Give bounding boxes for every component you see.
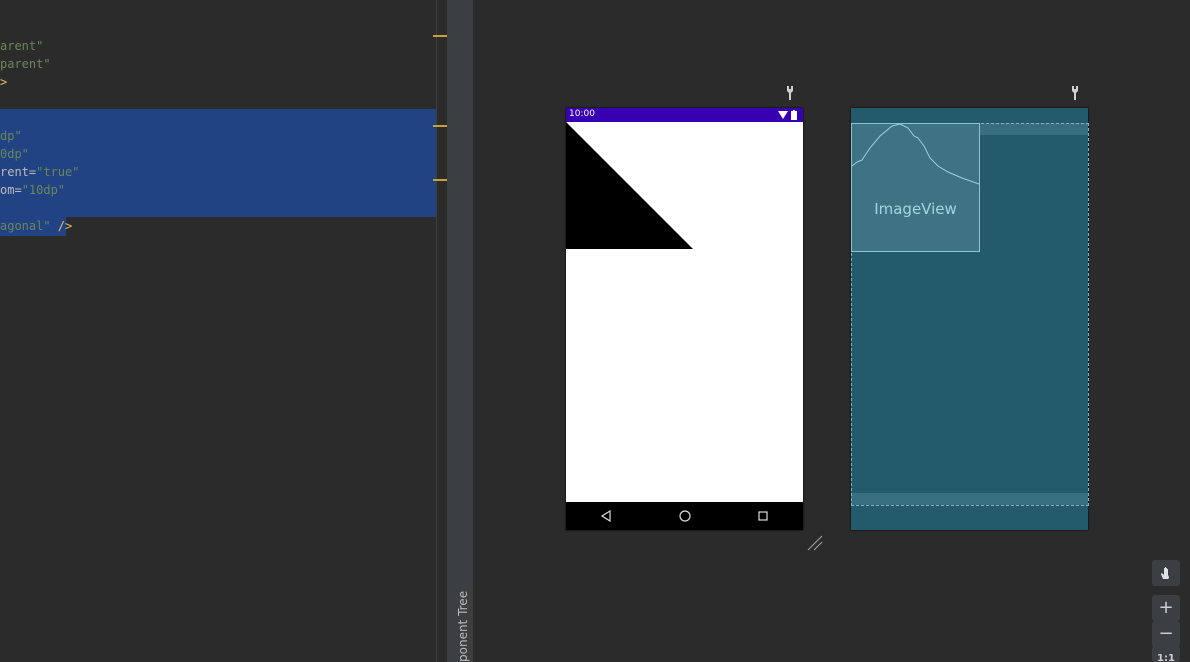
code-line[interactable]: om="10dp" xyxy=(0,181,65,199)
status-bar: 10:00 xyxy=(566,108,803,122)
resize-handle-icon[interactable] xyxy=(806,534,824,552)
pin-icon[interactable] xyxy=(785,86,795,100)
change-marker[interactable] xyxy=(433,35,447,37)
zoom-out-button[interactable]: − xyxy=(1152,621,1180,647)
code-line[interactable]: agonal" /> xyxy=(0,217,72,235)
image-placeholder-icon xyxy=(852,124,979,185)
code-line[interactable]: arent" xyxy=(0,37,43,55)
zoom-in-button[interactable]: + xyxy=(1152,595,1180,621)
component-tree-tab[interactable] xyxy=(447,0,473,662)
phone-preview[interactable]: 10:00 xyxy=(566,108,803,530)
recents-icon[interactable] xyxy=(756,509,770,523)
change-marker[interactable] xyxy=(433,125,447,127)
navigation-bar xyxy=(566,502,803,530)
hand-icon xyxy=(1161,567,1169,579)
pan-button[interactable] xyxy=(1152,560,1180,586)
zoom-actual-size-button[interactable]: 1:1 xyxy=(1152,646,1180,662)
code-line[interactable]: dp" xyxy=(0,127,22,145)
pin-icon[interactable] xyxy=(1070,86,1080,100)
code-line[interactable]: > xyxy=(0,73,7,91)
code-line[interactable]: rent="true" xyxy=(0,163,79,181)
component-tree-label[interactable]: ponent Tree xyxy=(456,591,470,662)
blueprint-imageview[interactable]: ImageView xyxy=(851,123,980,252)
code-line[interactable]: 0dp" xyxy=(0,145,29,163)
back-icon[interactable] xyxy=(599,509,613,523)
code-editor[interactable]: arent" parent" > dp" 0dp" rent="true" om… xyxy=(0,0,437,662)
code-line[interactable]: parent" xyxy=(0,55,51,73)
editor-gutter-divider xyxy=(436,0,437,662)
imageview-label: ImageView xyxy=(874,200,957,218)
wifi-icon xyxy=(778,111,788,119)
blueprint-view[interactable]: ImageView xyxy=(851,108,1089,530)
status-time: 10:00 xyxy=(569,109,595,119)
change-marker[interactable] xyxy=(433,179,447,181)
home-icon[interactable] xyxy=(678,509,692,523)
black-triangle-image xyxy=(566,122,693,249)
battery-icon xyxy=(791,110,797,120)
